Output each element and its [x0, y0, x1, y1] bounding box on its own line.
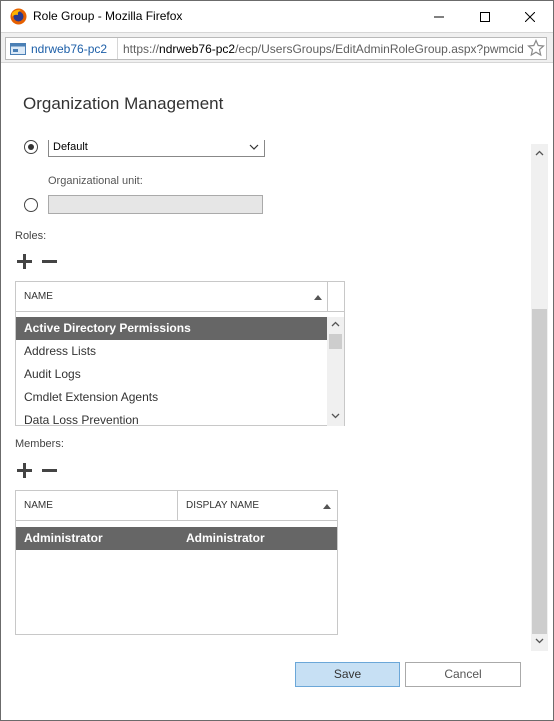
scope-ou-radio[interactable]	[24, 198, 38, 212]
members-header-display[interactable]: DISPLAY NAME	[178, 491, 259, 521]
scope-default-radio[interactable]	[24, 140, 38, 154]
title-bar: Role Group - Mozilla Firefox	[1, 1, 553, 32]
roles-toolbar	[17, 254, 57, 269]
list-item[interactable]: Address Lists	[16, 340, 327, 363]
scroll-content: Default Organizational unit: Roles: NAME…	[2, 140, 531, 650]
scroll-up-icon[interactable]	[535, 150, 544, 156]
ou-label: Organizational unit:	[48, 175, 143, 187]
remove-member-icon[interactable]	[42, 463, 57, 478]
sort-asc-icon	[323, 504, 331, 509]
add-member-icon[interactable]	[17, 463, 32, 478]
list-item[interactable]: Audit Logs	[16, 363, 327, 386]
table-row[interactable]: Administrator Administrator	[16, 527, 337, 550]
members-grid: NAME DISPLAY NAME Administrator Administ…	[15, 490, 338, 635]
scroll-down-icon[interactable]	[331, 413, 340, 419]
close-icon	[525, 11, 535, 22]
remove-role-icon[interactable]	[42, 254, 57, 269]
roles-header-name[interactable]: NAME	[16, 282, 53, 312]
browser-window: Role Group - Mozilla Firefox ndrweb76-pc…	[0, 0, 554, 721]
page-title: Organization Management	[23, 94, 224, 113]
minimize-button[interactable]	[416, 1, 462, 32]
url-bar: ndrweb76-pc2 https://ndrweb76-pc2/ecp/Us…	[1, 32, 553, 63]
address-field[interactable]: ndrweb76-pc2 https://ndrweb76-pc2/ecp/Us…	[5, 37, 547, 60]
list-item[interactable]: Active Directory Permissions	[16, 317, 327, 340]
scroll-up-icon[interactable]	[331, 321, 340, 327]
site-identity-icon	[10, 42, 26, 55]
roles-grid-header: NAME	[16, 282, 344, 312]
roles-list: Active Directory Permissions Address Lis…	[16, 317, 327, 426]
roles-scroll-thumb[interactable]	[329, 334, 342, 349]
url-text: https://ndrweb76-pc2/ecp/UsersGroups/Edi…	[123, 42, 523, 56]
add-role-icon[interactable]	[17, 254, 32, 269]
window-title: Role Group - Mozilla Firefox	[33, 9, 183, 23]
save-button[interactable]: Save	[295, 662, 400, 687]
maximize-icon	[480, 11, 490, 22]
url-path: /ecp/UsersGroups/EditAdminRoleGroup.aspx…	[235, 42, 523, 56]
member-name: Administrator	[24, 531, 103, 545]
member-display-name: Administrator	[186, 531, 265, 545]
list-item[interactable]: Data Loss Prevention	[16, 409, 327, 426]
header-divider	[327, 282, 328, 312]
sort-asc-icon	[314, 295, 322, 300]
url-prefix: https://	[123, 42, 160, 56]
members-toolbar	[17, 463, 57, 478]
cancel-button[interactable]: Cancel	[405, 662, 521, 687]
members-grid-header: NAME DISPLAY NAME	[16, 491, 337, 521]
scope-dropdown[interactable]: Default	[48, 140, 265, 157]
maximize-button[interactable]	[462, 1, 508, 32]
scope-dropdown-value: Default	[53, 141, 88, 153]
close-button[interactable]	[507, 1, 553, 32]
page-scroll-thumb[interactable]	[532, 309, 547, 634]
members-header-name[interactable]: NAME	[16, 491, 53, 521]
ou-input[interactable]	[48, 195, 263, 214]
url-host: ndrweb76-pc2	[159, 42, 236, 56]
bookmark-star-icon[interactable]	[527, 39, 545, 57]
firefox-icon	[10, 8, 27, 25]
page-scrollbar[interactable]	[531, 144, 548, 651]
list-item[interactable]: Cmdlet Extension Agents	[16, 386, 327, 409]
members-label: Members:	[15, 438, 64, 450]
roles-grid: NAME Active Directory Permissions Addres…	[15, 281, 345, 426]
site-name: ndrweb76-pc2	[31, 41, 108, 56]
roles-scrollbar[interactable]	[327, 317, 344, 426]
scroll-down-icon[interactable]	[535, 638, 544, 644]
roles-label: Roles:	[15, 230, 47, 242]
site-identity[interactable]: ndrweb76-pc2	[6, 38, 118, 59]
chevron-down-icon	[249, 144, 259, 150]
minimize-icon	[434, 16, 444, 17]
